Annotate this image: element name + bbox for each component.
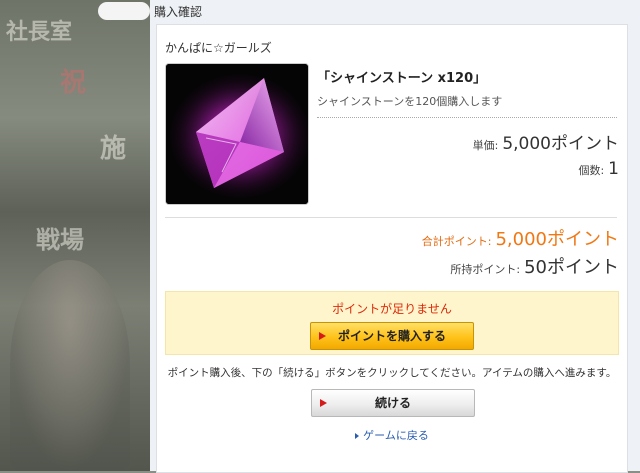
owned-points-row: 所持ポイント: 50ポイント: [450, 253, 619, 279]
gem-icon: [165, 63, 309, 205]
insufficient-points-box: ポイントが足りません ポイントを購入する: [165, 291, 619, 355]
game-background: 社長室 祝 施 戦場: [0, 0, 150, 471]
game-name: かんぱに☆ガールズ: [165, 41, 272, 55]
owned-points-label: 所持ポイント:: [450, 263, 521, 276]
username-blur: [98, 2, 150, 20]
total-points-row: 合計ポイント: 5,000ポイント: [422, 225, 619, 251]
back-to-game-link[interactable]: ゲームに戻る: [157, 427, 627, 443]
divider: [165, 217, 617, 218]
bg-character: [10, 260, 130, 471]
total-points-label: 合計ポイント:: [421, 235, 492, 248]
bg-sign-2: 祝: [60, 68, 87, 98]
unit-price-label: 単価:: [472, 139, 499, 152]
arrow-right-icon: [320, 399, 327, 407]
unit-price-value: 5,000ポイント: [502, 134, 619, 154]
bg-sign-3: 施: [100, 134, 127, 164]
continue-button[interactable]: 続ける: [311, 389, 475, 417]
bg-sign-4: 戦場: [36, 225, 84, 254]
arrow-right-icon: [319, 332, 326, 340]
buy-points-button-label: ポイントを購入する: [337, 329, 446, 343]
total-points-value: 5,000ポイント: [495, 229, 619, 250]
bg-sign-1: 社長室: [6, 19, 73, 45]
divider: [317, 117, 617, 118]
owned-points-value: 50ポイント: [524, 257, 619, 278]
continue-button-label: 続ける: [374, 396, 411, 410]
count-row: 個数: 1: [578, 159, 619, 179]
caret-right-icon: [355, 433, 360, 439]
panel-title: 購入確認: [154, 5, 203, 19]
buy-points-button[interactable]: ポイントを購入する: [310, 322, 474, 350]
insufficient-points-message: ポイントが足りません: [332, 302, 452, 316]
count-value: 1: [608, 159, 619, 179]
item-name: 「シャインストーン x120」: [317, 71, 487, 86]
purchase-panel: 購入確認 かんぱに☆ガールズ 「シャインストーン x120」 シャインストーンを…: [150, 0, 640, 473]
back-to-game-label: ゲームに戻る: [363, 429, 429, 442]
purchase-card: かんぱに☆ガールズ 「シャインストーン x120」 シャインストーンを120個購…: [156, 24, 628, 473]
count-label: 個数:: [578, 164, 605, 177]
item-description: シャインストーンを120個購入します: [317, 95, 503, 108]
instruction-note: ポイント購入後、下の「続ける」ボタンをクリックしてください。アイテムの購入へ進み…: [167, 367, 617, 379]
unit-price-row: 単価: 5,000ポイント: [473, 129, 619, 154]
